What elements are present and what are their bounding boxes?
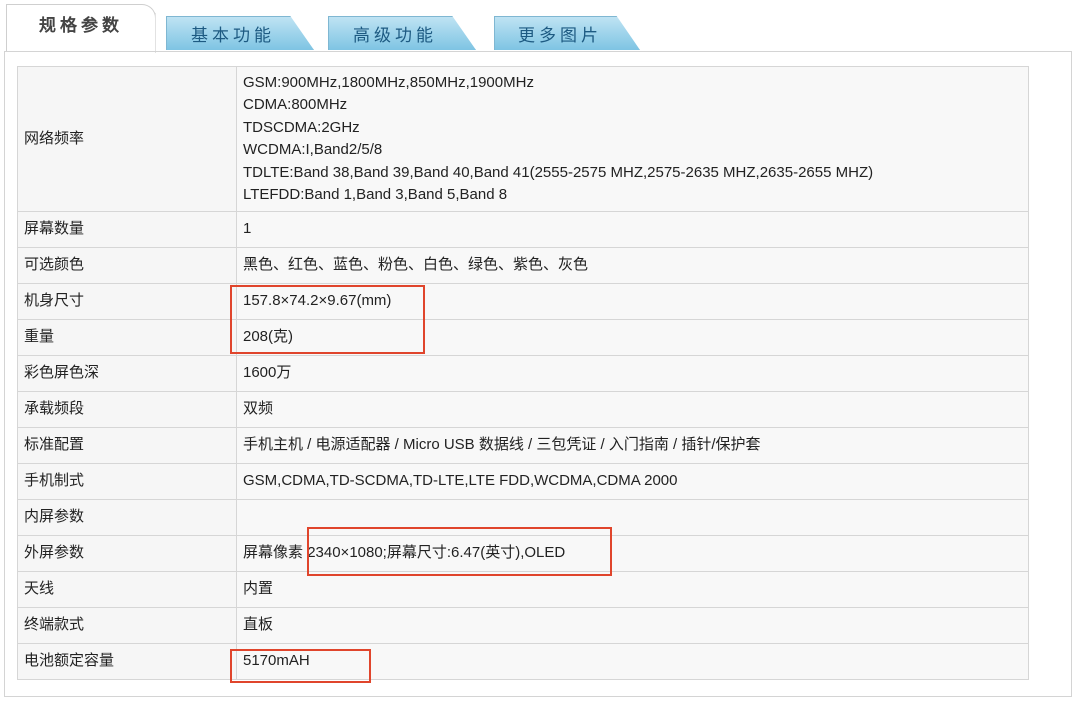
table-row: 屏幕数量 1 (17, 211, 1029, 248)
spec-value-color-depth: 1600万 (236, 355, 1029, 392)
spec-label-form-factor: 终端款式 (17, 607, 237, 644)
table-row: 标准配置 手机主机 / 电源适配器 / Micro USB 数据线 / 三包凭证… (17, 427, 1029, 464)
spec-label-color-depth: 彩色屏色深 (17, 355, 237, 392)
tab-specs[interactable]: 规格参数 (6, 4, 156, 53)
table-row: 天线 内置 (17, 571, 1029, 608)
spec-value-outer-screen: 屏幕像素 2340×1080;屏幕尺寸:6.47(英寸),OLED (236, 535, 1029, 572)
table-row: 承载频段 双频 (17, 391, 1029, 428)
network-line: CDMA:800MHz (243, 96, 348, 113)
table-row: 彩色屏色深 1600万 (17, 355, 1029, 392)
spec-value-screen-count: 1 (236, 211, 1029, 248)
spec-value-weight: 208(克) (236, 319, 1029, 356)
spec-label-dimensions: 机身尺寸 (17, 283, 237, 320)
table-row: 手机制式 GSM,CDMA,TD-SCDMA,TD-LTE,LTE FDD,WC… (17, 463, 1029, 500)
spec-value-inner-screen (236, 499, 1029, 536)
table-row: 终端款式 直板 (17, 607, 1029, 644)
spec-label-network-mode: 手机制式 (17, 463, 237, 500)
spec-label-screen-count: 屏幕数量 (17, 211, 237, 248)
table-row: 机身尺寸 157.8×74.2×9.67(mm) (17, 283, 1029, 320)
tab-more-images[interactable]: 更多图片 (494, 16, 640, 50)
spec-table: 网络频率 GSM:900MHz,1800MHz,850MHz,1900MHz C… (17, 66, 1029, 680)
table-row: 可选颜色 黑色、红色、蓝色、粉色、白色、绿色、紫色、灰色 (17, 247, 1029, 284)
network-line: LTEFDD:Band 1,Band 3,Band 5,Band 8 (243, 186, 508, 203)
spec-value-form-factor: 直板 (236, 607, 1029, 644)
table-row: 内屏参数 (17, 499, 1029, 536)
outer-screen-prefix: 屏幕像素 (243, 544, 304, 562)
network-line: WCDMA:I,Band2/5/8 (243, 141, 383, 158)
spec-value-antenna: 内置 (236, 571, 1029, 608)
tab-bar: 规格参数 基本功能 高级功能 更多图片 (0, 0, 1080, 53)
table-row: 电池额定容量 5170mAH (17, 643, 1029, 680)
spec-label-colors: 可选颜色 (17, 247, 237, 284)
outer-screen-value: 2340×1080;屏幕尺寸:6.47(英寸),OLED (307, 544, 566, 562)
spec-value-package: 手机主机 / 电源适配器 / Micro USB 数据线 / 三包凭证 / 入门… (236, 427, 1029, 464)
spec-value-network-mode: GSM,CDMA,TD-SCDMA,TD-LTE,LTE FDD,WCDMA,C… (236, 463, 1029, 500)
spec-value-dimensions: 157.8×74.2×9.67(mm) (236, 283, 1029, 320)
spec-label-inner-screen: 内屏参数 (17, 499, 237, 536)
tab-advanced-functions[interactable]: 高级功能 (328, 16, 476, 50)
spec-label-outer-screen: 外屏参数 (17, 535, 237, 572)
network-line: TDLTE:Band 38,Band 39,Band 40,Band 41(25… (243, 163, 874, 181)
table-row: 重量 208(克) (17, 319, 1029, 356)
tab-basic-functions[interactable]: 基本功能 (166, 16, 314, 50)
network-line: TDSCDMA:2GHz (243, 118, 360, 136)
spec-value-battery: 5170mAH (236, 643, 1029, 680)
table-row: 网络频率 GSM:900MHz,1800MHz,850MHz,1900MHz C… (17, 66, 1029, 212)
spec-label-antenna: 天线 (17, 571, 237, 608)
spec-value-bands: 双频 (236, 391, 1029, 428)
table-row: 外屏参数 屏幕像素 2340×1080;屏幕尺寸:6.47(英寸),OLED (17, 535, 1029, 572)
network-line: GSM:900MHz,1800MHz,850MHz,1900MHz (243, 73, 534, 91)
spec-label-network: 网络频率 (17, 66, 237, 212)
spec-value-colors: 黑色、红色、蓝色、粉色、白色、绿色、紫色、灰色 (236, 247, 1029, 284)
spec-label-bands: 承载频段 (17, 391, 237, 428)
spec-value-network: GSM:900MHz,1800MHz,850MHz,1900MHz CDMA:8… (236, 66, 1029, 212)
spec-label-battery: 电池额定容量 (17, 643, 237, 680)
spec-label-package: 标准配置 (17, 427, 237, 464)
spec-label-weight: 重量 (17, 319, 237, 356)
